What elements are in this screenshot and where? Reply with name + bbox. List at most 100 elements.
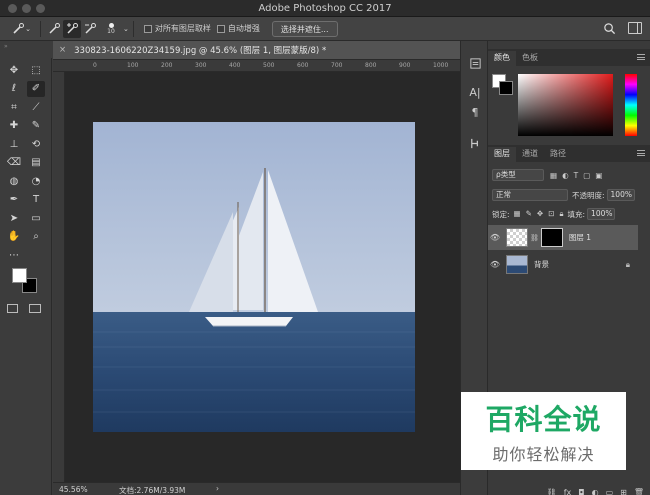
tool-preset-picker[interactable]: ⌄	[6, 20, 36, 38]
blur-tool-icon[interactable]: ◍	[5, 173, 23, 189]
type-tool-icon[interactable]: T	[27, 192, 45, 208]
document-tab[interactable]: × 330823-1606220Z34159.jpg @ 45.6% (图层 1…	[53, 41, 460, 60]
horizontal-ruler[interactable]: 0 100 200 300 400 500 600 700 800 900 1000	[53, 60, 460, 72]
tab-paths[interactable]: 路径	[544, 147, 572, 162]
opacity-input[interactable]: 100%	[606, 189, 635, 201]
zoom-level[interactable]: 45.56%	[59, 485, 88, 494]
history-brush-tool-icon[interactable]: ⟲	[27, 136, 45, 152]
ruler-tick-label: 1000	[433, 62, 449, 69]
folder-icon[interactable]: ▭	[606, 488, 614, 495]
blend-mode-select[interactable]: 正常	[492, 189, 568, 201]
clone-stamp-tool-icon[interactable]: ⊥	[5, 136, 23, 152]
move-tool-icon[interactable]: ✥	[5, 62, 23, 78]
select-and-mask-button[interactable]: 选择并遮住...	[271, 20, 338, 37]
lock-artboard-icon[interactable]: ⊡	[548, 209, 554, 219]
background-color-swatch[interactable]	[499, 81, 513, 95]
brush-size-picker[interactable]: 10	[99, 20, 123, 38]
document-image[interactable]	[93, 122, 415, 432]
character-icon[interactable]: A|	[467, 84, 483, 100]
eraser-tool-icon[interactable]: ⌫	[5, 155, 23, 171]
filter-adjust-icon[interactable]: ◐	[562, 171, 569, 180]
tab-layers[interactable]: 图层	[488, 147, 516, 162]
layer-row[interactable]: 👁︎ ⛓︎ 图层 1	[488, 225, 638, 250]
crop-tool-icon[interactable]: ⌗	[5, 99, 23, 115]
panel-grip[interactable]: »	[4, 43, 48, 53]
hue-slider[interactable]	[625, 74, 637, 136]
mask-link-icon[interactable]: ⛓︎	[530, 234, 539, 242]
tab-swatches[interactable]: 色板	[516, 51, 544, 66]
layer-name: 背景	[534, 260, 549, 269]
zoom-window-button[interactable]	[36, 4, 45, 13]
link-icon[interactable]: ⛓︎	[547, 488, 557, 495]
filter-smart-icon[interactable]: ▣	[595, 171, 602, 180]
path-selection-tool-icon[interactable]: ➤	[5, 210, 23, 226]
title-bar: Adobe Photoshop CC 2017	[0, 0, 650, 17]
checkbox-box	[216, 24, 225, 33]
lock-all-icon[interactable]: 🔒︎	[560, 209, 564, 219]
filter-type-icon[interactable]: T	[574, 171, 579, 180]
workspace-icon[interactable]	[628, 22, 642, 34]
lock-paint-icon[interactable]: ✎	[526, 209, 532, 219]
properties-icon[interactable]	[467, 135, 483, 151]
layers-panel-tabs: 图层 通道 路径	[488, 145, 650, 162]
brush-size-value: 10	[107, 27, 115, 35]
adjust-icon[interactable]: ◐	[592, 488, 599, 495]
toolbar-foreground-swatch[interactable]	[12, 268, 27, 283]
filter-shape-icon[interactable]: ▢	[583, 171, 590, 180]
visibility-eye-icon[interactable]: 👁︎	[488, 233, 502, 242]
visibility-eye-icon[interactable]: 👁︎	[488, 260, 502, 269]
close-window-button[interactable]	[8, 4, 17, 13]
sample-all-layers-checkbox[interactable]: 对所有图层取样	[143, 23, 211, 34]
checkbox-box	[143, 24, 152, 33]
hand-tool-icon[interactable]: ✋	[5, 229, 23, 245]
rectangle-tool-icon[interactable]: ▭	[27, 210, 45, 226]
lock-transparent-icon[interactable]: ▦	[514, 209, 521, 219]
brush-tool-icon[interactable]: ✎	[27, 118, 45, 134]
filter-kind-select[interactable]: ρ类型	[492, 169, 544, 181]
history-icon[interactable]	[467, 55, 483, 71]
screen-mode-icon[interactable]	[29, 304, 41, 313]
minimize-window-button[interactable]	[22, 4, 31, 13]
new-selection-button[interactable]	[45, 20, 63, 38]
eyedropper-tool-icon[interactable]: ⟋	[27, 99, 45, 115]
marquee-tool-icon[interactable]: ⬚	[27, 62, 45, 78]
layer-row[interactable]: 👁︎ 背景 🔒︎	[488, 252, 638, 277]
panel-menu-icon[interactable]	[637, 54, 645, 60]
close-tab-icon[interactable]: ×	[59, 45, 66, 55]
paragraph-icon[interactable]: ¶	[467, 104, 483, 120]
color-field[interactable]	[518, 74, 613, 136]
quick-selection-tool-icon[interactable]: ✐	[27, 80, 45, 97]
subtract-from-selection-button[interactable]	[81, 20, 99, 38]
add-to-selection-button[interactable]	[63, 19, 81, 38]
search-icon[interactable]	[603, 22, 616, 37]
gradient-tool-icon[interactable]: ▤	[27, 155, 45, 171]
ruler-tick-label: 300	[195, 62, 207, 69]
tab-color[interactable]: 颜色	[488, 51, 516, 66]
healing-brush-tool-icon[interactable]: ✚	[5, 118, 23, 134]
opacity-label: 不透明度:	[572, 190, 605, 200]
auto-enhance-checkbox[interactable]: 自动增强	[216, 23, 260, 34]
lasso-tool-icon[interactable]: ℓ	[5, 81, 23, 97]
lock-move-icon[interactable]: ✥	[537, 209, 543, 219]
tab-channels[interactable]: 通道	[516, 147, 544, 162]
more-tools-icon[interactable]: ⋯	[5, 247, 23, 263]
new-layer-icon[interactable]: ⊞	[620, 488, 627, 495]
mask-icon[interactable]: ◘	[578, 488, 584, 495]
filter-pixel-icon[interactable]: ▦	[550, 171, 557, 180]
status-menu-arrow[interactable]: ›	[216, 484, 219, 493]
lock-row: 锁定: ▦ ✎ ✥ ⊡ 🔒︎ 填充: 100%	[488, 208, 650, 220]
layer-mask-thumbnail[interactable]	[540, 228, 563, 247]
vertical-ruler[interactable]	[53, 72, 65, 482]
brush-subtract-icon	[85, 22, 96, 34]
zoom-tool-icon[interactable]: ⌕	[27, 229, 45, 245]
photoshop-window: Adobe Photoshop CC 2017 ⌄ 10 ⌄ 对所有图层取样 自…	[0, 0, 650, 495]
panel-menu-icon[interactable]	[637, 150, 645, 156]
trash-icon[interactable]: 🗑︎	[634, 488, 644, 495]
fx-button[interactable]: fx	[564, 488, 572, 495]
quick-mask-icon[interactable]	[7, 304, 18, 313]
dodge-tool-icon[interactable]: ◔	[27, 173, 45, 189]
document-tab-title: 330823-1606220Z34159.jpg @ 45.6% (图层 1, …	[74, 46, 327, 56]
pen-tool-icon[interactable]: ✒	[5, 192, 23, 208]
fill-input[interactable]: 100%	[587, 208, 616, 220]
chevron-down-icon[interactable]: ⌄	[123, 25, 129, 33]
